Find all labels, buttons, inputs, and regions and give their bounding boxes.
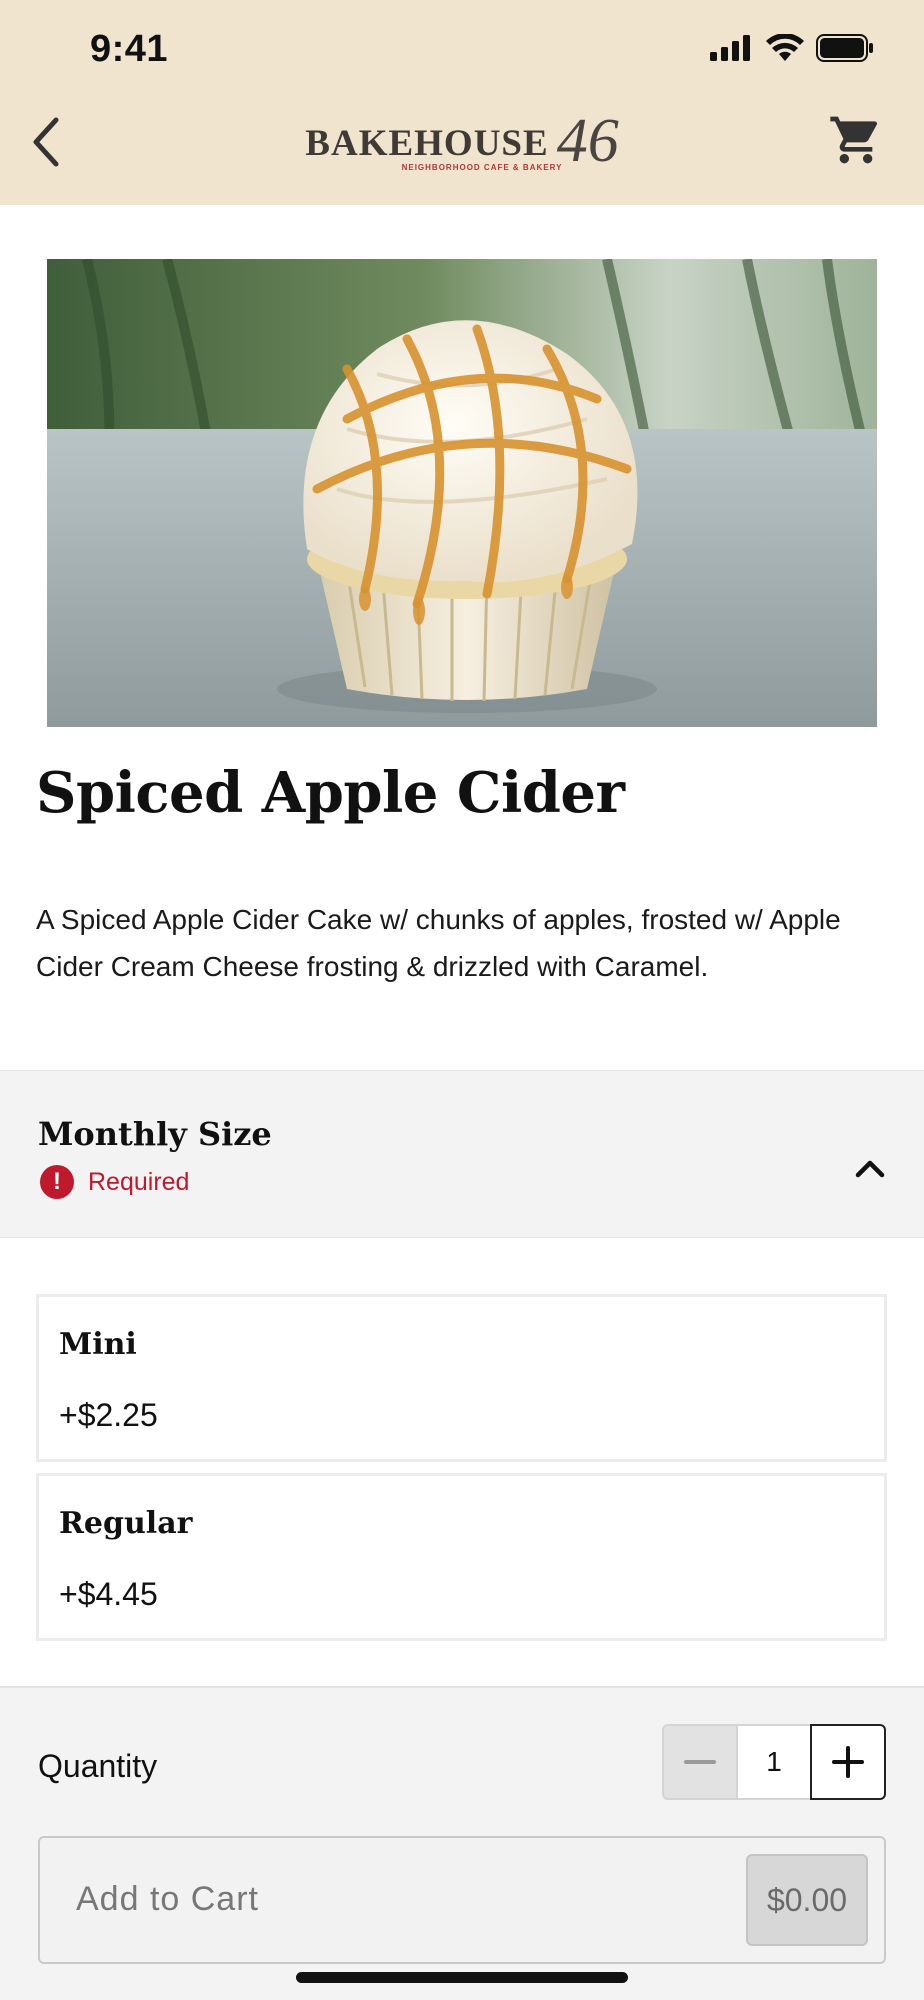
- quantity-value[interactable]: 1: [738, 1724, 810, 1800]
- collapse-button[interactable]: [852, 1153, 888, 1183]
- option-regular[interactable]: Regular +$4.45: [36, 1473, 887, 1641]
- quantity-label: Quantity: [38, 1748, 158, 1784]
- logo-text: BAKEHOUSE: [305, 123, 549, 164]
- status-time: 9:41: [90, 28, 169, 70]
- option-name: Regular: [59, 1506, 193, 1541]
- cart-button[interactable]: [828, 112, 888, 172]
- minus-icon: [684, 1760, 716, 1764]
- product-image: [47, 259, 877, 727]
- cupcake-photo: [47, 259, 877, 727]
- option-price: +$4.45: [59, 1576, 158, 1612]
- product-description: A Spiced Apple Cider Cake w/ chunks of a…: [36, 904, 841, 982]
- section-title: Monthly Size: [38, 1115, 272, 1153]
- logo-number: 46: [556, 107, 619, 175]
- purchase-bar: Quantity 1 Add to Cart $0.00: [0, 1686, 924, 2000]
- alert-icon: !: [40, 1165, 74, 1199]
- cart-icon: [830, 116, 878, 164]
- option-mini[interactable]: Mini +$2.25: [36, 1294, 887, 1462]
- status-icons: [710, 34, 874, 62]
- required-label: Required: [88, 1167, 190, 1196]
- add-to-cart-label: Add to Cart: [76, 1880, 259, 1918]
- quantity-stepper: 1: [662, 1724, 886, 1800]
- battery-icon: [816, 34, 873, 62]
- chevron-up-icon: [855, 1160, 885, 1178]
- wifi-icon: [766, 34, 804, 61]
- cart-total: $0.00: [746, 1854, 868, 1946]
- option-name: Mini: [59, 1327, 137, 1362]
- home-indicator[interactable]: [296, 1972, 628, 1983]
- signal-icon: [710, 35, 750, 61]
- bakehouse-logo[interactable]: BAKEHOUSE 46 NEIGHBORHOOD CAFE & BAKERY: [0, 100, 924, 175]
- size-section-header[interactable]: Monthly Size ! Required: [0, 1070, 924, 1238]
- option-price: +$2.25: [59, 1397, 158, 1433]
- product-title: Spiced Apple Cider: [36, 760, 625, 826]
- logo-tagline: NEIGHBORHOOD CAFE & BAKERY: [401, 163, 563, 172]
- add-to-cart-button[interactable]: Add to Cart $0.00: [38, 1836, 886, 1964]
- plus-icon: [832, 1746, 864, 1778]
- decrease-button[interactable]: [662, 1724, 738, 1800]
- increase-button[interactable]: [810, 1724, 886, 1800]
- header-bar: 9:41 BAKEHOUSE 46 NEIGHBORHOOD CAFE & BAK…: [0, 0, 924, 205]
- required-indicator: ! Required: [40, 1165, 189, 1199]
